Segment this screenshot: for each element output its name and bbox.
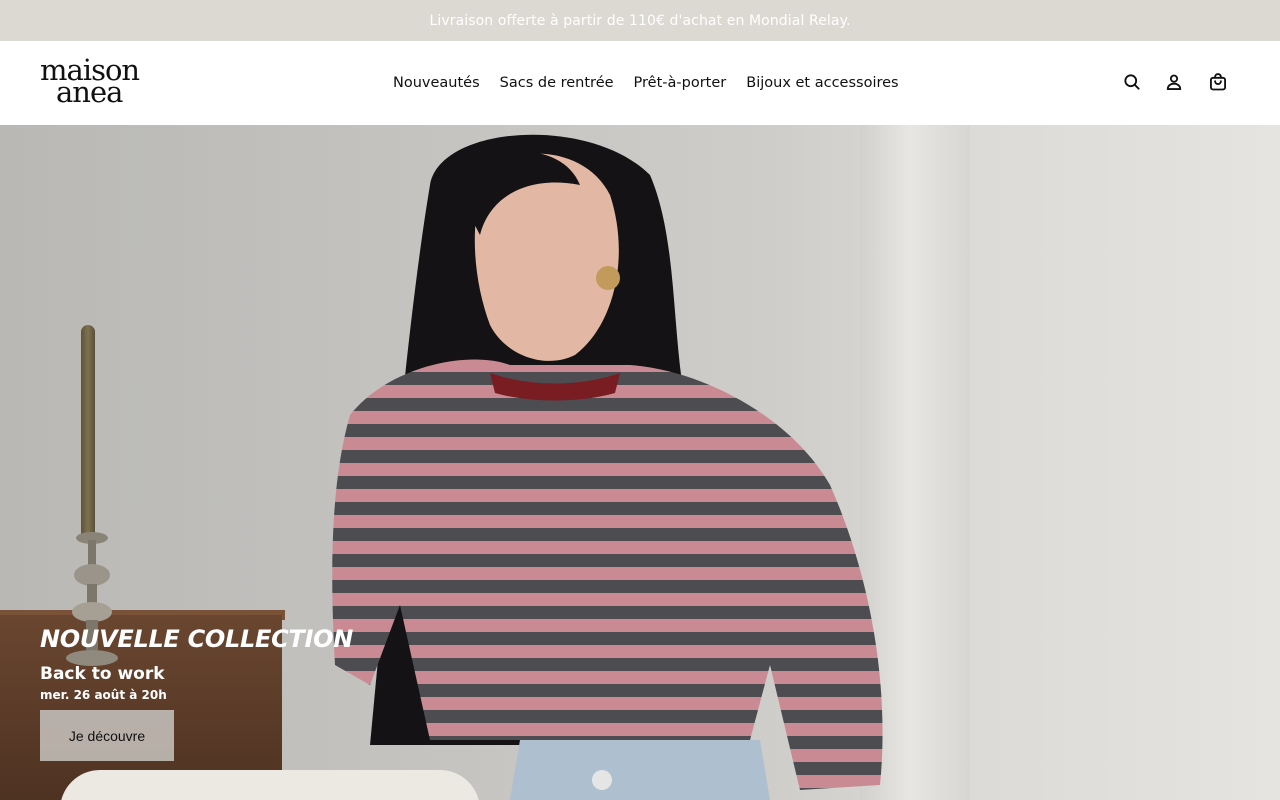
hero-candle: [81, 325, 95, 540]
header-icons: [0, 70, 1280, 96]
site-header: maison anea Nouveautés Sacs de rentrée P…: [0, 41, 1280, 125]
search-icon[interactable]: [1120, 70, 1144, 94]
hero-title: Back to work: [40, 664, 165, 684]
user-icon[interactable]: [1162, 70, 1186, 94]
hero-model-image: [332, 134, 883, 800]
announcement-bar: Livraison offerte à partir de 110€ d'ach…: [0, 0, 1280, 41]
discover-button[interactable]: Je découvre: [40, 710, 174, 761]
hero-date: mer. 26 août à 20h: [40, 688, 167, 702]
announcement-text: Livraison offerte à partir de 110€ d'ach…: [429, 12, 851, 29]
hero-kicker: NOUVELLE COLLECTION: [40, 625, 353, 653]
bag-icon[interactable]: [1206, 70, 1230, 94]
hero-banner: NOUVELLE COLLECTION Back to work mer. 26…: [0, 125, 1280, 800]
